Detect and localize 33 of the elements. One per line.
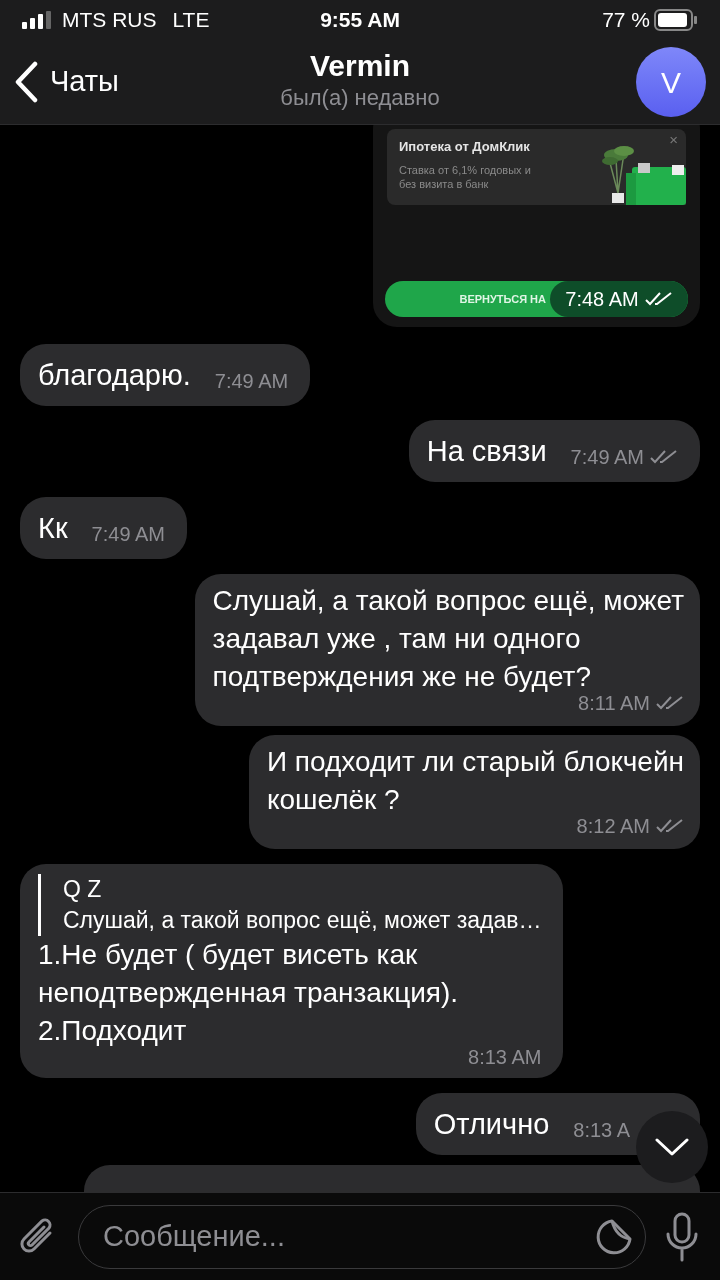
message-time: 7:49 AM: [91, 522, 165, 547]
message-text: благодарю.: [38, 358, 191, 392]
quote-text: Слушай, а такой вопрос ещё, может задав…: [63, 906, 542, 935]
message-time: 7:49 AM: [214, 369, 289, 394]
battery-percent: 77 %: [602, 7, 650, 34]
network-type: LTE: [172, 7, 210, 34]
avatar[interactable]: V: [636, 47, 706, 117]
ad-title: Ипотека от ДомКлик: [399, 139, 531, 155]
message-time: 7:48 AM: [565, 287, 639, 312]
message-text: Кк: [38, 511, 68, 545]
message-text: Слушай, а такой вопрос ещё, может задавал уже , там ни одного подтверждения же не будет?: [212, 584, 684, 694]
message-time: 7:49 AM: [570, 445, 644, 470]
quoted-message[interactable]: Q Z Слушай, а такой вопрос ещё, может задав…: [38, 874, 542, 936]
back-button[interactable]: Чаты: [14, 60, 119, 104]
message-time: 8:13 A: [573, 1118, 630, 1143]
carrier-name: MTS RUS: [62, 7, 157, 34]
message-time: 8:11 AM: [578, 692, 650, 716]
message-time: 8:13 AM: [468, 1045, 542, 1070]
message-text: На связи: [426, 434, 547, 468]
status-time: 9:55 AM: [320, 7, 400, 34]
battery-icon: [654, 9, 698, 31]
message-text: 1.Не будет ( будет висеть как неподтвержденная транзакция). 2.Подходит: [38, 938, 460, 1048]
microphone-icon[interactable]: [664, 1211, 700, 1262]
message-time: 8:12 AM: [576, 814, 650, 839]
last-seen-status: был(а) недавно: [280, 84, 440, 112]
chevron-down-icon: [655, 1137, 689, 1157]
message-text: И подходит ли старый блокчейн кошелёк ?: [266, 745, 684, 817]
message-text: Отлично: [433, 1107, 550, 1141]
ad-text: Ставка от 6,1% годовых и без визита в банк: [399, 163, 531, 191]
message-input-field[interactable]: Сообщение...: [78, 1204, 646, 1269]
quote-author: Q Z: [63, 875, 103, 904]
back-chevron-icon: [14, 61, 38, 103]
chat-title: Vermin: [309, 48, 411, 84]
